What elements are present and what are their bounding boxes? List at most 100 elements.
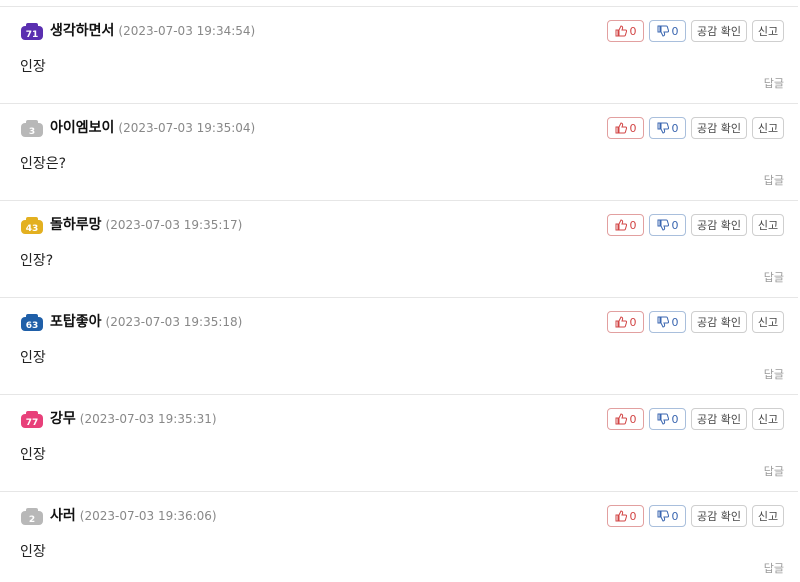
report-button[interactable]: 신고 — [752, 214, 784, 236]
like-button[interactable]: 0 — [607, 505, 644, 527]
level-badge-icon: 77 — [20, 411, 44, 429]
comment-actions: 0 0 공감 확인 신고 — [607, 214, 784, 236]
comment-item: 43 돌하루망 (2023-07-03 19:35:17) 0 0 공감 확인 신… — [0, 201, 800, 298]
comment-text: 인장 — [20, 544, 46, 560]
nickname[interactable]: 돌하루망 (2023-07-03 19:35:17) — [50, 215, 242, 235]
reply-link[interactable]: 답글 — [764, 270, 784, 286]
dislike-count: 0 — [671, 315, 679, 329]
comment-date: (2023-07-03 19:36:06) — [79, 509, 217, 523]
dislike-button[interactable]: 0 — [649, 214, 686, 236]
report-button[interactable]: 신고 — [752, 311, 784, 333]
dislike-button[interactable]: 0 — [649, 505, 686, 527]
level-badge-icon: 63 — [20, 314, 44, 332]
comment-item: 63 포탑좋아 (2023-07-03 19:35:18) 0 0 공감 확인 신… — [0, 298, 800, 395]
dislike-button[interactable]: 0 — [649, 20, 686, 42]
comment-actions: 0 0 공감 확인 신고 — [607, 20, 784, 42]
thumbs-up-icon — [615, 219, 627, 231]
nickname[interactable]: 포탑좋아 (2023-07-03 19:35:18) — [50, 312, 242, 332]
reply-link[interactable]: 답글 — [764, 464, 784, 480]
comment-date: (2023-07-03 19:35:17) — [105, 218, 243, 232]
svg-text:2: 2 — [29, 515, 35, 525]
comment-text: 인장 — [20, 447, 46, 463]
empathy-check-button[interactable]: 공감 확인 — [691, 20, 747, 42]
dislike-count: 0 — [671, 412, 679, 426]
nickname-text[interactable]: 아이엠보이 — [50, 120, 114, 136]
nickname[interactable]: 생각하면서 (2023-07-03 19:34:54) — [50, 21, 255, 41]
comment-text: 인장 — [20, 350, 46, 366]
comment-date: (2023-07-03 19:35:31) — [79, 412, 217, 426]
thumbs-up-icon — [615, 510, 627, 522]
comment-date: (2023-07-03 19:35:04) — [118, 121, 256, 135]
like-count: 0 — [629, 24, 637, 38]
comment-item: 71 생각하면서 (2023-07-03 19:34:54) 0 0 공감 확인 … — [0, 7, 800, 104]
level-badge-icon: 43 — [20, 217, 44, 235]
svg-text:3: 3 — [29, 127, 35, 137]
thumbs-down-icon — [657, 122, 669, 134]
like-count: 0 — [629, 121, 637, 135]
dislike-button[interactable]: 0 — [649, 311, 686, 333]
comment-actions: 0 0 공감 확인 신고 — [607, 505, 784, 527]
comment-item: 2 사러 (2023-07-03 19:36:06) 0 0 공감 확인 신고 인… — [0, 492, 800, 582]
thumbs-up-icon — [615, 316, 627, 328]
comment-date: (2023-07-03 19:34:54) — [118, 24, 256, 38]
reply-link[interactable]: 답글 — [764, 173, 784, 189]
empathy-check-button[interactable]: 공감 확인 — [691, 117, 747, 139]
thumbs-down-icon — [657, 510, 669, 522]
nickname-text[interactable]: 강무 — [50, 411, 76, 427]
svg-text:43: 43 — [26, 224, 39, 234]
dislike-count: 0 — [671, 218, 679, 232]
nickname[interactable]: 강무 (2023-07-03 19:35:31) — [50, 409, 217, 429]
like-button[interactable]: 0 — [607, 408, 644, 430]
thumbs-up-icon — [615, 25, 627, 37]
thumbs-down-icon — [657, 25, 669, 37]
comment-text: 인장은? — [20, 156, 67, 172]
nickname-text[interactable]: 사러 — [50, 508, 76, 524]
comment-date: (2023-07-03 19:35:18) — [105, 315, 243, 329]
comment-item: 3 아이엠보이 (2023-07-03 19:35:04) 0 0 공감 확인 신… — [0, 104, 800, 201]
report-button[interactable]: 신고 — [752, 117, 784, 139]
svg-text:71: 71 — [26, 30, 39, 40]
dislike-count: 0 — [671, 121, 679, 135]
level-badge-icon: 3 — [20, 120, 44, 138]
reply-link[interactable]: 답글 — [764, 367, 784, 383]
report-button[interactable]: 신고 — [752, 20, 784, 42]
thumbs-down-icon — [657, 316, 669, 328]
dislike-button[interactable]: 0 — [649, 408, 686, 430]
level-badge-icon: 71 — [20, 23, 44, 41]
like-button[interactable]: 0 — [607, 117, 644, 139]
report-button[interactable]: 신고 — [752, 505, 784, 527]
like-count: 0 — [629, 509, 637, 523]
empathy-check-button[interactable]: 공감 확인 — [691, 505, 747, 527]
like-count: 0 — [629, 412, 637, 426]
thumbs-down-icon — [657, 219, 669, 231]
nickname[interactable]: 사러 (2023-07-03 19:36:06) — [50, 506, 217, 526]
comment-actions: 0 0 공감 확인 신고 — [607, 311, 784, 333]
reply-link[interactable]: 답글 — [764, 561, 784, 577]
nickname[interactable]: 아이엠보이 (2023-07-03 19:35:04) — [50, 118, 255, 138]
comment-actions: 0 0 공감 확인 신고 — [607, 117, 784, 139]
comment-text: 인장 — [20, 59, 46, 75]
nickname-text[interactable]: 돌하루망 — [50, 217, 102, 233]
level-badge-icon: 2 — [20, 508, 44, 526]
like-button[interactable]: 0 — [607, 20, 644, 42]
dislike-count: 0 — [671, 509, 679, 523]
svg-text:63: 63 — [26, 321, 39, 331]
reply-link[interactable]: 답글 — [764, 76, 784, 92]
empathy-check-button[interactable]: 공감 확인 — [691, 311, 747, 333]
nickname-text[interactable]: 포탑좋아 — [50, 314, 102, 330]
empathy-check-button[interactable]: 공감 확인 — [691, 408, 747, 430]
dislike-count: 0 — [671, 24, 679, 38]
thumbs-up-icon — [615, 413, 627, 425]
empathy-check-button[interactable]: 공감 확인 — [691, 214, 747, 236]
comment-actions: 0 0 공감 확인 신고 — [607, 408, 784, 430]
nickname-text[interactable]: 생각하면서 — [50, 23, 114, 39]
svg-text:77: 77 — [26, 418, 39, 428]
like-count: 0 — [629, 315, 637, 329]
dislike-button[interactable]: 0 — [649, 117, 686, 139]
report-button[interactable]: 신고 — [752, 408, 784, 430]
like-button[interactable]: 0 — [607, 311, 644, 333]
like-button[interactable]: 0 — [607, 214, 644, 236]
thumbs-down-icon — [657, 413, 669, 425]
comment-item: 77 강무 (2023-07-03 19:35:31) 0 0 공감 확인 신고 … — [0, 395, 800, 492]
like-count: 0 — [629, 218, 637, 232]
